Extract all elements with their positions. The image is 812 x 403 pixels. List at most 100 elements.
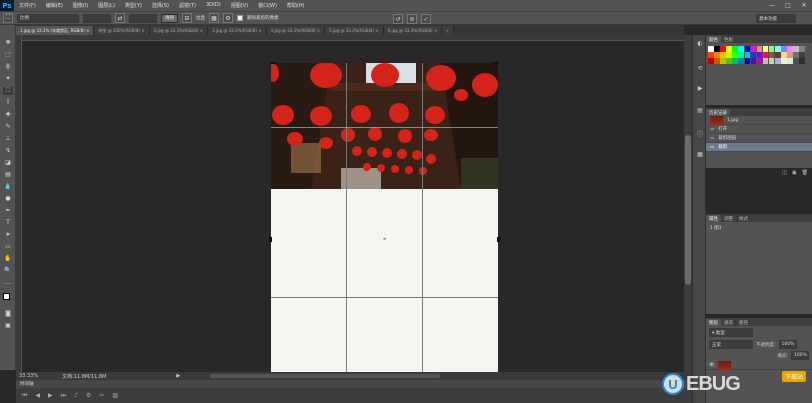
panel-tab[interactable]: 属性 <box>706 215 721 222</box>
more-tools-icon[interactable]: … <box>3 279 13 287</box>
swap-icon[interactable]: ⇄ <box>115 13 125 23</box>
color-swatch[interactable] <box>726 52 732 58</box>
color-swatch[interactable] <box>762 52 769 58</box>
maximize-button[interactable]: □ <box>780 2 796 9</box>
color-swatch[interactable] <box>720 46 726 52</box>
eyedropper-icon[interactable]: ꟾ <box>3 99 13 107</box>
document-tab[interactable]: 1.jpg @ 33.3% (非裁剪区, RGB/8) × <box>16 26 95 35</box>
camera-icon[interactable]: ▣ <box>792 170 797 176</box>
history-step[interactable]: ▭ 裁剪 <box>706 143 812 152</box>
delete-pixels-checkbox[interactable] <box>237 15 243 21</box>
menu-item[interactable]: 文件(F) <box>14 2 41 9</box>
menu-item[interactable]: 类型(Y) <box>120 2 147 9</box>
zoom-level[interactable]: 33.33% <box>19 373 38 379</box>
color-swatch[interactable] <box>768 46 775 52</box>
color-swatch[interactable] <box>799 52 805 58</box>
lasso-tool-icon[interactable]: ϕ <box>3 63 13 71</box>
color-swatch[interactable] <box>775 52 781 58</box>
color-swatch[interactable] <box>762 46 769 52</box>
crop-tool-icon[interactable]: ⛶ <box>3 87 13 95</box>
color-swatch[interactable] <box>732 52 738 58</box>
document-tab[interactable]: 4.jpg @ 33.3%(RGB/8) × <box>266 26 326 35</box>
document-tab[interactable]: 原图 @ 100%(RGB/8) × <box>94 26 150 35</box>
menu-item[interactable]: 编辑(E) <box>41 2 68 9</box>
height-field[interactable] <box>129 13 157 23</box>
move-tool-icon[interactable]: ✥ <box>3 39 13 47</box>
hand-tool-icon[interactable]: ✋ <box>3 255 13 263</box>
menu-item[interactable]: 帮助(H) <box>282 2 310 9</box>
dodge-tool-icon[interactable]: ● <box>3 195 13 203</box>
prev-frame-icon[interactable]: ◀ <box>35 392 40 399</box>
adjustment-item[interactable]: 1 图1 <box>706 222 812 234</box>
color-swatch[interactable] <box>787 46 793 52</box>
clear-button[interactable]: 清除 <box>161 13 178 23</box>
history-brush-icon[interactable]: ↯ <box>3 147 13 155</box>
width-field[interactable] <box>83 13 111 23</box>
document-canvas[interactable]: ⌖ <box>269 62 500 373</box>
straighten-icon[interactable]: ⊟ <box>182 13 192 23</box>
color-swatch[interactable] <box>744 52 751 58</box>
menu-item[interactable]: 图层(L) <box>93 2 120 9</box>
color-swatch[interactable] <box>781 58 787 64</box>
workspace-select[interactable]: 基本功能 <box>756 14 796 23</box>
opacity-input[interactable]: 100% <box>778 340 797 349</box>
color-swatch[interactable] <box>738 58 744 64</box>
audio-icon[interactable]: ♪ <box>74 392 78 399</box>
color-swatch[interactable] <box>750 58 757 64</box>
color-swatch[interactable] <box>781 52 787 58</box>
color-swatch[interactable] <box>762 58 769 64</box>
panel-tab[interactable]: 路径 <box>736 319 751 326</box>
horizontal-scrollbar[interactable] <box>210 374 441 378</box>
color-swatch[interactable] <box>756 46 763 52</box>
color-swatch[interactable] <box>793 46 799 52</box>
color-swatch[interactable] <box>708 58 714 64</box>
trash-icon[interactable]: 🗑 <box>802 170 808 176</box>
timeline-panel-tab[interactable]: 时间轴 <box>16 380 692 388</box>
color-swatch[interactable] <box>750 52 757 58</box>
zoom-tool-icon[interactable]: 🔍 <box>3 267 13 275</box>
color-swatch[interactable] <box>799 46 805 52</box>
first-frame-icon[interactable]: ⏮ <box>22 392 27 400</box>
color-swatch[interactable] <box>787 52 793 58</box>
document-tab[interactable]: 6.jpg @ 33.3%(RGB/8) × <box>383 26 443 35</box>
history-snapshot[interactable]: 1.jpg <box>706 115 812 125</box>
foreground-color-swatch[interactable] <box>3 293 10 300</box>
color-swatch[interactable] <box>726 46 732 52</box>
color-swatch[interactable] <box>775 58 781 64</box>
healing-brush-icon[interactable]: ✚ <box>3 111 13 119</box>
color-swatch[interactable] <box>708 46 714 52</box>
color-swatch[interactable] <box>781 46 787 52</box>
blur-tool-icon[interactable]: 💧 <box>3 183 13 191</box>
gradient-icon[interactable]: ▤ <box>3 171 13 179</box>
document-tab[interactable]: » <box>442 26 454 35</box>
cancel-icon[interactable]: ⊘ <box>407 14 417 24</box>
panel-tab[interactable]: 调整 <box>721 215 736 222</box>
history-step[interactable]: ▭ 打开 <box>706 125 812 134</box>
gear-icon[interactable]: ⚙ <box>223 13 233 23</box>
menu-item[interactable]: 滤镜(T) <box>174 2 201 9</box>
panel-tab[interactable]: 样式 <box>736 215 751 222</box>
color-swatch[interactable] <box>793 58 799 64</box>
crop-handle-top-left[interactable] <box>270 62 276 64</box>
stamp-tool-icon[interactable]: ⊥ <box>3 135 13 143</box>
crop-tool-icon[interactable]: ⛶ <box>3 13 13 23</box>
blend-mode-select[interactable]: 正常 <box>709 340 753 349</box>
quick-mask-icon[interactable]: ◙ <box>3 310 13 318</box>
info-panel-icon[interactable]: ⓘ <box>695 129 705 138</box>
vertical-scrollbar[interactable] <box>684 35 692 372</box>
scroll-thumb[interactable] <box>685 135 691 285</box>
history-panel-icon[interactable]: ⟲ <box>695 65 705 74</box>
shape-tool-icon[interactable]: ▭ <box>3 243 13 251</box>
crop-ratio-select[interactable]: 比例 <box>17 13 79 23</box>
menu-item[interactable]: 图像(I) <box>68 2 93 9</box>
settings-icon[interactable]: ⚙ <box>86 392 91 399</box>
color-swatch[interactable] <box>714 52 720 58</box>
fill-input[interactable]: 100% <box>791 351 809 360</box>
play-icon[interactable]: ▶ <box>48 392 53 399</box>
new-document-icon[interactable]: ◫ <box>782 170 787 176</box>
status-arrow-icon[interactable]: ▶ <box>176 373 180 379</box>
next-frame-icon[interactable]: ⏭ <box>61 392 66 400</box>
path-select-icon[interactable]: ➤ <box>3 231 13 239</box>
menu-item[interactable]: 选择(S) <box>147 2 174 9</box>
color-swatch[interactable] <box>793 52 799 58</box>
